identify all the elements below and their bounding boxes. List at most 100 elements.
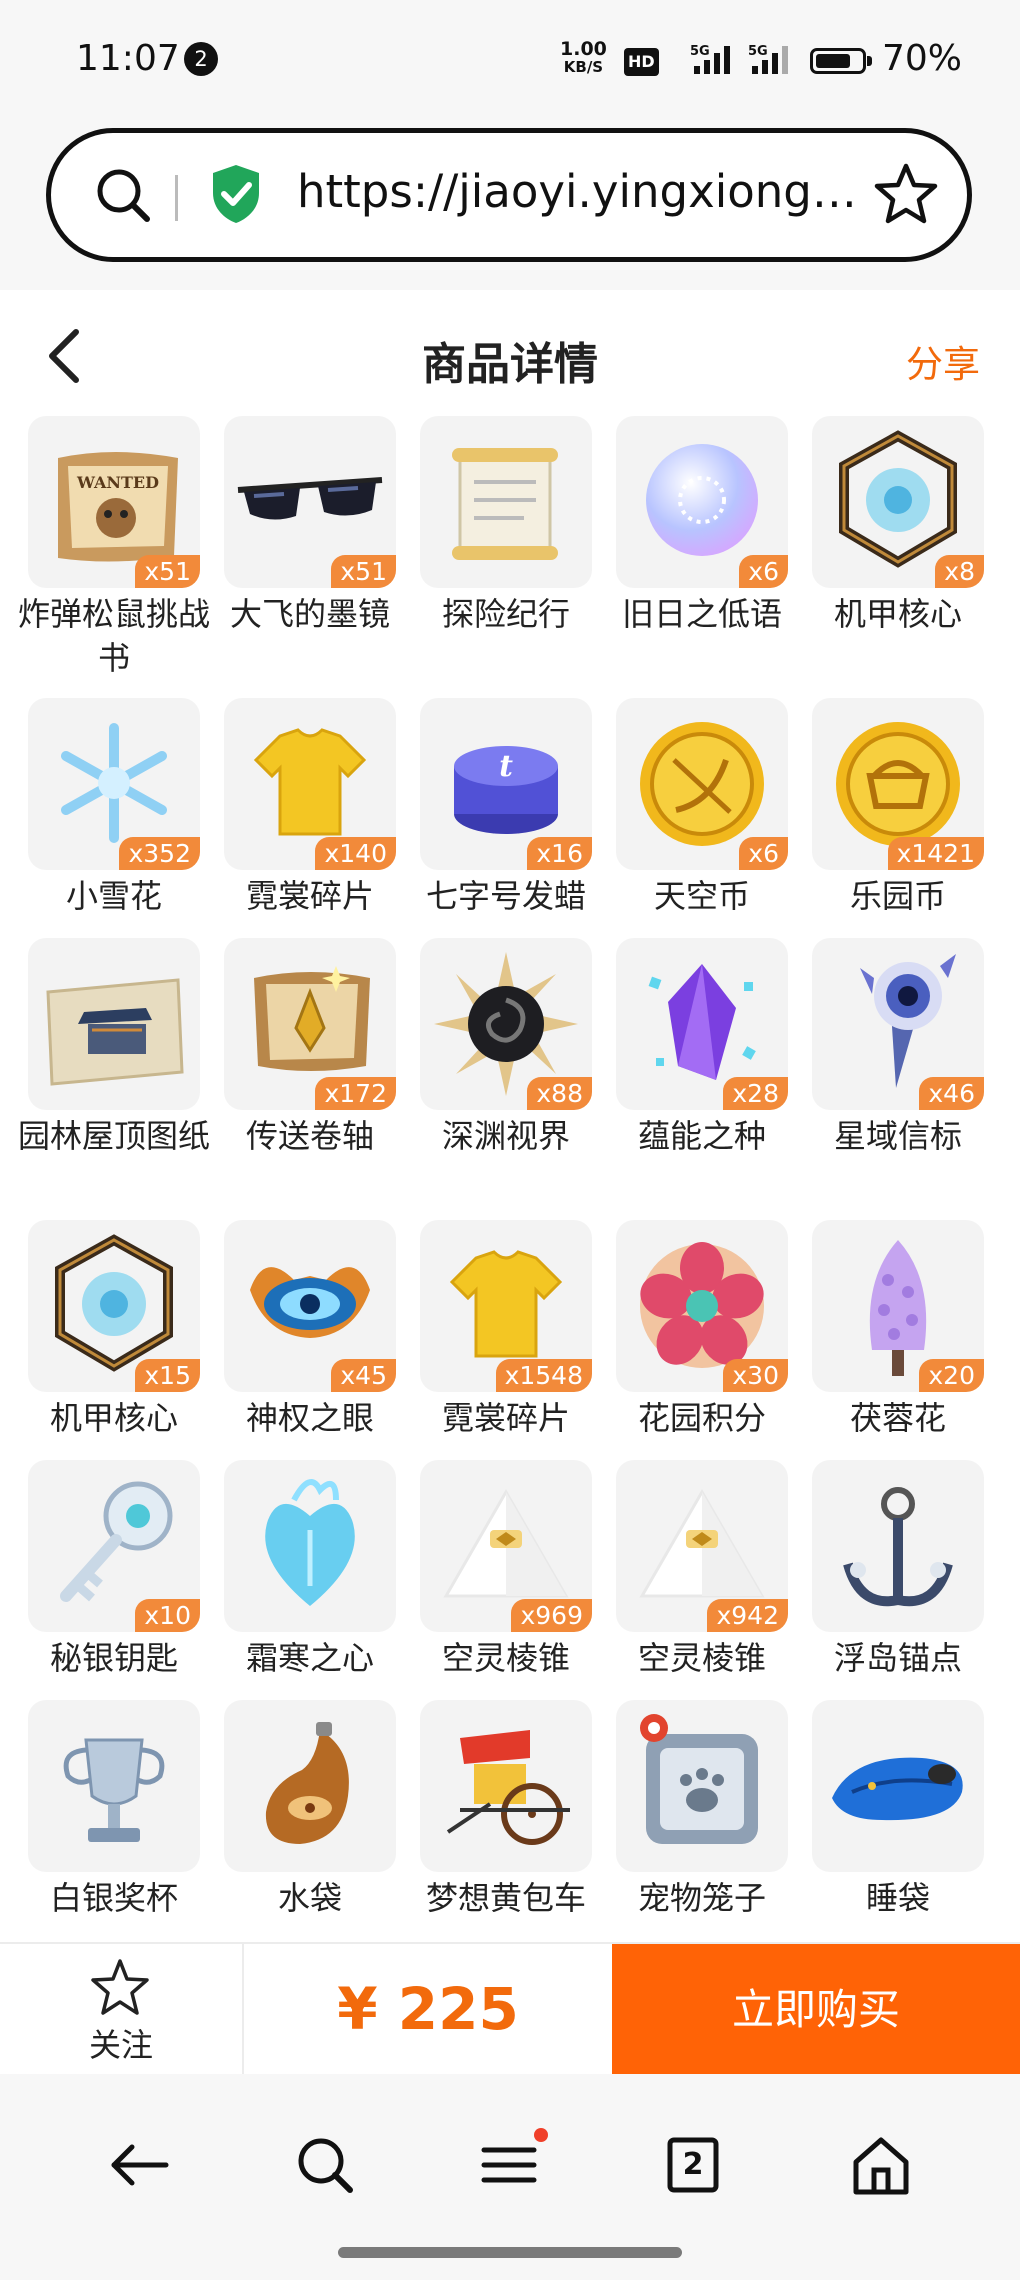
quantity-badge: x10 xyxy=(135,1599,200,1632)
grid-item[interactable]: x352 小雪花 xyxy=(28,698,200,918)
grid-item[interactable]: x942 空灵棱锥 xyxy=(616,1460,788,1680)
item-thumbnail xyxy=(616,1700,788,1872)
item-name: 探险纪行 xyxy=(441,595,570,633)
grid-item[interactable]: 梦想黄包车 xyxy=(420,1700,592,1920)
clock: 11:07 xyxy=(76,38,180,79)
svg-text:WANTED: WANTED xyxy=(76,473,159,492)
grid-item[interactable]: x6 天空币 xyxy=(616,698,788,918)
frost-heart-icon xyxy=(265,1479,355,1606)
grid-item[interactable]: x51 大飞的墨镜 xyxy=(224,416,396,636)
nav-back-icon[interactable] xyxy=(104,2130,174,2200)
item-name: 秘银钥匙 xyxy=(49,1639,178,1677)
item-thumbnail xyxy=(420,1700,592,1872)
item-thumbnail: WANTED x51 xyxy=(28,416,200,588)
item-thumbnail: x140 xyxy=(224,698,396,870)
home-indicator[interactable] xyxy=(338,2247,682,2258)
item-thumbnail xyxy=(420,416,592,588)
quantity-badge: x8 xyxy=(935,555,984,588)
item-thumbnail: t x16 xyxy=(420,698,592,870)
quantity-badge: x16 xyxy=(527,837,592,870)
share-button[interactable]: 分享 xyxy=(906,334,980,388)
quantity-badge: x969 xyxy=(511,1599,592,1632)
quantity-badge: x352 xyxy=(119,837,200,870)
follow-label: 关注 xyxy=(88,2026,153,2064)
battery-percent: 70% xyxy=(882,38,963,79)
grid-item[interactable]: t x16 七字号发蜡 xyxy=(420,698,592,918)
grid-item[interactable]: x15 机甲核心 xyxy=(28,1220,200,1440)
item-name: 机甲核心 xyxy=(49,1399,178,1437)
item-thumbnail xyxy=(812,1460,984,1632)
menu-icon xyxy=(481,2147,537,2183)
grid-item[interactable]: x10 秘银钥匙 xyxy=(28,1460,200,1680)
grid-item[interactable]: WANTED x51 炸弹松鼠挑战书 xyxy=(18,416,210,680)
item-name: 宠物笼子 xyxy=(637,1879,766,1917)
grid-item[interactable]: x1421 乐园币 xyxy=(812,698,984,918)
grid-item[interactable]: x140 霓裳碎片 xyxy=(224,698,396,918)
quantity-badge: x6 xyxy=(739,555,788,588)
item-thumbnail xyxy=(28,1700,200,1872)
item-thumbnail: x1421 xyxy=(812,698,984,870)
network-speed: 1.00 KB/S xyxy=(560,40,607,77)
item-name: 传送卷轴 xyxy=(245,1117,374,1155)
quantity-badge: x51 xyxy=(135,555,200,588)
grid-item[interactable]: x20 茯蓉花 xyxy=(812,1220,984,1440)
grid-item[interactable]: 水袋 xyxy=(224,1700,396,1920)
item-thumbnail: x30 xyxy=(616,1220,788,1392)
item-name: 空灵棱锥 xyxy=(441,1639,570,1677)
page-title: 商品详情 xyxy=(422,339,598,390)
grid-item[interactable]: x30 花园积分 xyxy=(616,1220,788,1440)
item-thumbnail: x172 xyxy=(224,938,396,1110)
buy-now-button[interactable]: 立即购买 xyxy=(612,1944,1020,2074)
grid-item[interactable]: 白银奖杯 xyxy=(28,1700,200,1920)
grid-item[interactable]: 浮岛锚点 xyxy=(812,1460,984,1680)
quantity-badge: x28 xyxy=(723,1077,788,1110)
nav-home-icon[interactable] xyxy=(846,2130,916,2200)
item-name: 水袋 xyxy=(277,1879,342,1917)
grid-item[interactable]: 宠物笼子 xyxy=(616,1700,788,1920)
item-name: 梦想黄包车 xyxy=(425,1879,586,1917)
sim1-label: 5G xyxy=(690,44,710,59)
blueprint-icon xyxy=(46,978,184,1086)
item-thumbnail: x20 xyxy=(812,1220,984,1392)
quantity-badge: x45 xyxy=(331,1359,396,1392)
follow-button[interactable]: 关注 xyxy=(0,1944,244,2074)
battery-icon xyxy=(810,48,872,74)
grid-item[interactable]: x46 星域信标 xyxy=(812,938,984,1158)
item-thumbnail: x6 xyxy=(616,698,788,870)
grid-item[interactable]: x6 旧日之低语 xyxy=(616,416,788,636)
grid-item[interactable]: x28 蕴能之种 xyxy=(616,938,788,1158)
nav-search-icon[interactable] xyxy=(290,2130,360,2200)
grid-item[interactable]: 霜寒之心 xyxy=(224,1460,396,1680)
bookmark-star-icon[interactable] xyxy=(873,161,939,227)
url-text[interactable]: https://jiaoyi.yingxiong.c... xyxy=(297,165,857,218)
grid-item[interactable]: 睡袋 xyxy=(812,1700,984,1920)
grid-item[interactable]: x45 神权之眼 xyxy=(224,1220,396,1440)
item-thumbnail xyxy=(224,1700,396,1872)
nav-tabs-button[interactable]: 2 xyxy=(658,2130,728,2200)
item-thumbnail: x45 xyxy=(224,1220,396,1392)
nav-menu-button[interactable] xyxy=(474,2128,548,2200)
grid-item[interactable]: 探险纪行 xyxy=(420,416,592,636)
grid-item[interactable]: x172 传送卷轴 xyxy=(224,938,396,1158)
item-thumbnail: x51 xyxy=(224,416,396,588)
item-name: 深渊视界 xyxy=(441,1117,570,1155)
rickshaw-icon xyxy=(446,1730,570,1845)
url-bar[interactable]: https://jiaoyi.yingxiong.c... xyxy=(46,128,972,262)
item-name: 霜寒之心 xyxy=(245,1639,374,1677)
quantity-badge: x942 xyxy=(707,1599,788,1632)
item-name: 机甲核心 xyxy=(833,595,962,633)
item-name: 大飞的墨镜 xyxy=(229,595,390,633)
item-thumbnail: x28 xyxy=(616,938,788,1110)
grid-item[interactable]: x1548 霓裳碎片 xyxy=(420,1220,592,1440)
item-name: 蕴能之种 xyxy=(637,1117,766,1155)
item-thumbnail: x15 xyxy=(28,1220,200,1392)
grid-item[interactable]: x8 机甲核心 xyxy=(812,416,984,636)
search-icon[interactable] xyxy=(91,163,155,227)
grid-item[interactable]: x88 深渊视界 xyxy=(420,938,592,1158)
item-thumbnail xyxy=(224,1460,396,1632)
grid-item[interactable]: x969 空灵棱锥 xyxy=(420,1460,592,1680)
signal-icon: 5G xyxy=(748,42,798,76)
grid-item[interactable]: 园林屋顶图纸 xyxy=(18,938,210,1158)
item-thumbnail xyxy=(28,938,200,1110)
silver-trophy-icon xyxy=(63,1738,165,1842)
